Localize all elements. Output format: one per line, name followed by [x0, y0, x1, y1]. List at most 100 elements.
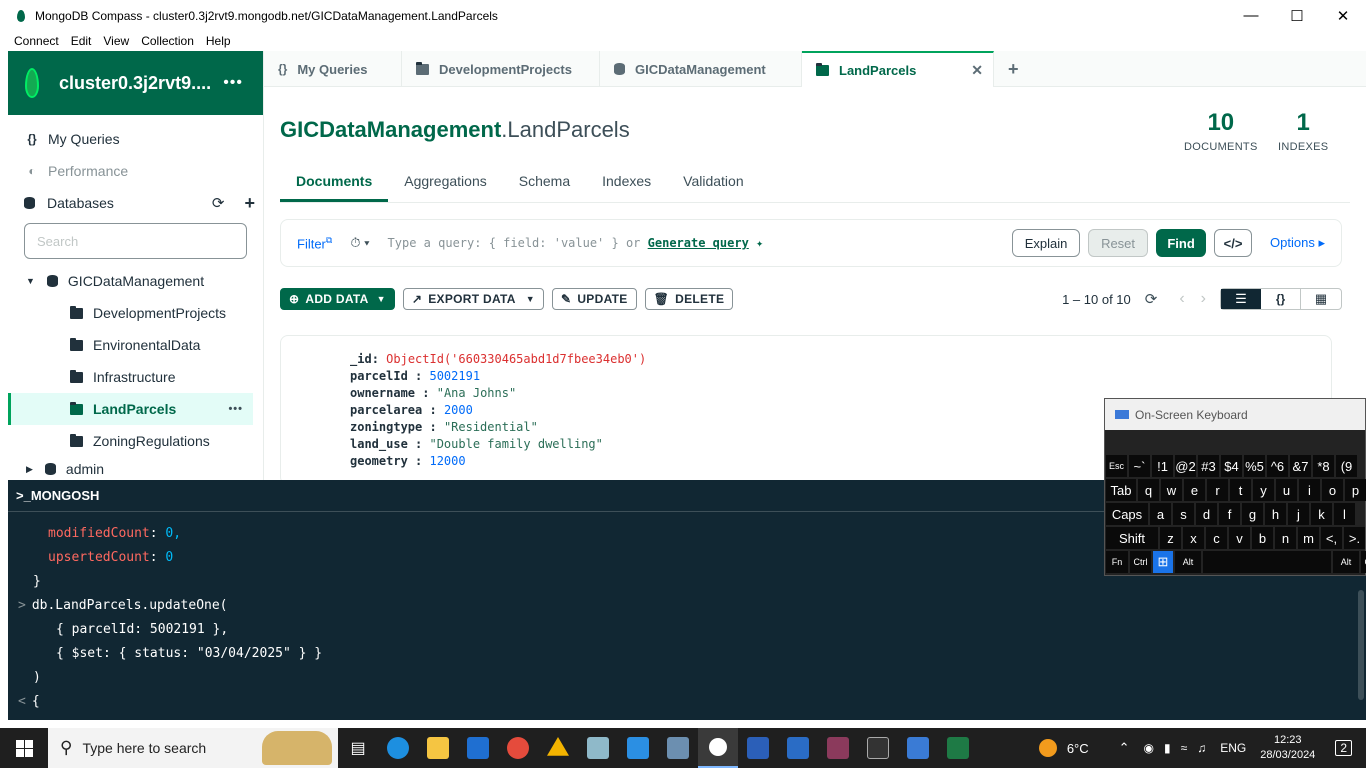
key-s[interactable]: s [1173, 503, 1194, 525]
options-toggle[interactable]: Options ▸ [1270, 235, 1325, 251]
query-input[interactable]: Type a query: { field: 'value' } or Gene… [388, 236, 764, 250]
archive-icon[interactable] [818, 728, 858, 768]
reset-button[interactable]: Reset [1088, 229, 1149, 257]
tab-validation[interactable]: Validation [667, 165, 759, 202]
key-tab[interactable]: Tab [1106, 479, 1136, 501]
key-q[interactable]: q [1138, 479, 1159, 501]
delete-button[interactable]: 🗑 DELETE [644, 288, 734, 310]
key-o[interactable]: o [1322, 479, 1343, 501]
refresh-icon[interactable]: ⟳ [1145, 290, 1158, 308]
key-xx[interactable]: <, [1321, 527, 1342, 549]
key-f[interactable]: f [1219, 503, 1240, 525]
sidebar-item-performance[interactable]: ◐ Performance [8, 155, 263, 187]
cluster-menu-icon[interactable]: ••• [223, 74, 243, 92]
taskbar-search[interactable]: ⚲ Type here to search [48, 728, 338, 768]
mail-icon[interactable] [458, 728, 498, 768]
weather-icon[interactable] [1038, 739, 1057, 757]
menu-connect[interactable]: Connect [14, 34, 59, 48]
tab-documents[interactable]: Documents [280, 165, 389, 202]
add-database-icon[interactable]: + [244, 193, 255, 214]
sidebar-item-databases[interactable]: Databases ⟳ + [8, 187, 263, 219]
key-xx[interactable]: ~` [1129, 455, 1150, 477]
sidebar-collection-zoningregulations[interactable]: ZoningRegulations [8, 425, 263, 457]
key-xx[interactable]: >. [1344, 527, 1365, 549]
key-caps[interactable]: Caps [1106, 503, 1148, 525]
battery-icon[interactable]: ▮ [1164, 741, 1171, 755]
spacebar-key[interactable] [1203, 551, 1331, 573]
sidebar-collection-developmentprojects[interactable]: DevelopmentProjects [8, 297, 263, 329]
powershell-icon[interactable] [778, 728, 818, 768]
tray-chevron-icon[interactable]: ⌃ [1119, 740, 1130, 756]
key-l[interactable]: l [1334, 503, 1355, 525]
add-data-button[interactable]: ⊕ ADD DATA ▼ [280, 288, 395, 310]
key-alt[interactable]: Alt [1175, 551, 1201, 573]
new-tab-button[interactable]: + [994, 51, 1034, 87]
file-explorer-icon[interactable] [418, 728, 458, 768]
osk-title-bar[interactable]: On-Screen Keyboard [1105, 399, 1365, 430]
database-name[interactable]: GICDataManagement [280, 117, 501, 142]
language-indicator[interactable]: ENG [1220, 741, 1246, 755]
export-data-button[interactable]: ↗ EXPORT DATA ▼ [402, 288, 544, 310]
key-g[interactable]: g [1242, 503, 1263, 525]
key-k[interactable]: k [1311, 503, 1332, 525]
key-n[interactable]: n [1275, 527, 1296, 549]
refresh-icon[interactable]: ⟳ [212, 194, 225, 212]
key-v[interactable]: v [1229, 527, 1250, 549]
menu-collection[interactable]: Collection [141, 34, 194, 48]
notes-icon[interactable] [578, 728, 618, 768]
tray-meet-icon[interactable]: ◉ [1144, 741, 1154, 755]
key-u[interactable]: u [1276, 479, 1297, 501]
json-view-icon[interactable]: {} [1261, 289, 1301, 309]
key-p[interactable]: p [1345, 479, 1366, 501]
weather-temp[interactable]: 6°C [1067, 741, 1089, 756]
key-x6[interactable]: ^6 [1267, 455, 1288, 477]
sidebar-collection-landparcels[interactable]: LandParcels ••• [8, 393, 253, 425]
key-x3[interactable]: #3 [1198, 455, 1219, 477]
key-t[interactable]: t [1230, 479, 1251, 501]
menu-edit[interactable]: Edit [71, 34, 92, 48]
find-button[interactable]: Find [1156, 229, 1207, 257]
key-x[interactable]: x [1183, 527, 1204, 549]
menu-help[interactable]: Help [206, 34, 231, 48]
notifications-icon[interactable]: 2 [1335, 740, 1352, 756]
key-d[interactable]: d [1196, 503, 1217, 525]
task-view-icon[interactable]: ▤ [338, 728, 378, 768]
volume-icon[interactable]: ♫ [1197, 741, 1206, 755]
key-x7[interactable]: &7 [1290, 455, 1311, 477]
close-tab-icon[interactable]: ✕ [971, 62, 983, 79]
explain-button[interactable]: Explain [1012, 229, 1081, 257]
collection-menu-icon[interactable]: ••• [228, 403, 243, 415]
history-icon[interactable]: ⏱ ▾ [350, 235, 369, 251]
tab-gicdatamanagement[interactable]: GICDataManagement [600, 51, 802, 87]
key-x4[interactable]: $4 [1221, 455, 1242, 477]
key-y[interactable]: y [1253, 479, 1274, 501]
sidebar-db-gicdatamanagement[interactable]: ▼ GICDataManagement [8, 265, 263, 297]
key-shift[interactable]: Shift [1106, 527, 1158, 549]
start-button[interactable] [4, 728, 44, 768]
chrome-icon[interactable] [498, 728, 538, 768]
code-view-button[interactable]: </> [1214, 229, 1253, 257]
next-page-icon[interactable]: › [1201, 290, 1206, 308]
prev-page-icon[interactable]: ‹ [1179, 290, 1184, 308]
tab-schema[interactable]: Schema [503, 165, 586, 202]
list-view-icon[interactable]: ☰ [1221, 289, 1261, 309]
google-drive-icon[interactable] [538, 728, 578, 768]
key-m[interactable]: m [1298, 527, 1319, 549]
shell-scrollbar[interactable] [1358, 590, 1364, 700]
menu-view[interactable]: View [103, 34, 129, 48]
table-view-icon[interactable]: ▦ [1301, 289, 1341, 309]
windows-key-icon[interactable]: ⊞ [1153, 551, 1173, 573]
key-fn[interactable]: Fn [1106, 551, 1128, 573]
sidebar-collection-environentaldata[interactable]: EnvironentalData [8, 329, 263, 361]
key-ctrl[interactable]: Ctrl [1361, 551, 1366, 573]
sidebar-collection-infrastructure[interactable]: Infrastructure [8, 361, 263, 393]
key-e[interactable]: e [1184, 479, 1205, 501]
filter-label[interactable]: Filter⧉ [297, 235, 332, 251]
mongodb-compass-taskbar-icon[interactable] [698, 728, 738, 768]
key-z[interactable]: z [1160, 527, 1181, 549]
key-r[interactable]: r [1207, 479, 1228, 501]
key-a[interactable]: a [1150, 503, 1171, 525]
generate-query-link[interactable]: Generate query [648, 236, 749, 250]
word-icon[interactable] [738, 728, 778, 768]
tab-landparcels[interactable]: LandParcels ✕ [802, 51, 994, 87]
